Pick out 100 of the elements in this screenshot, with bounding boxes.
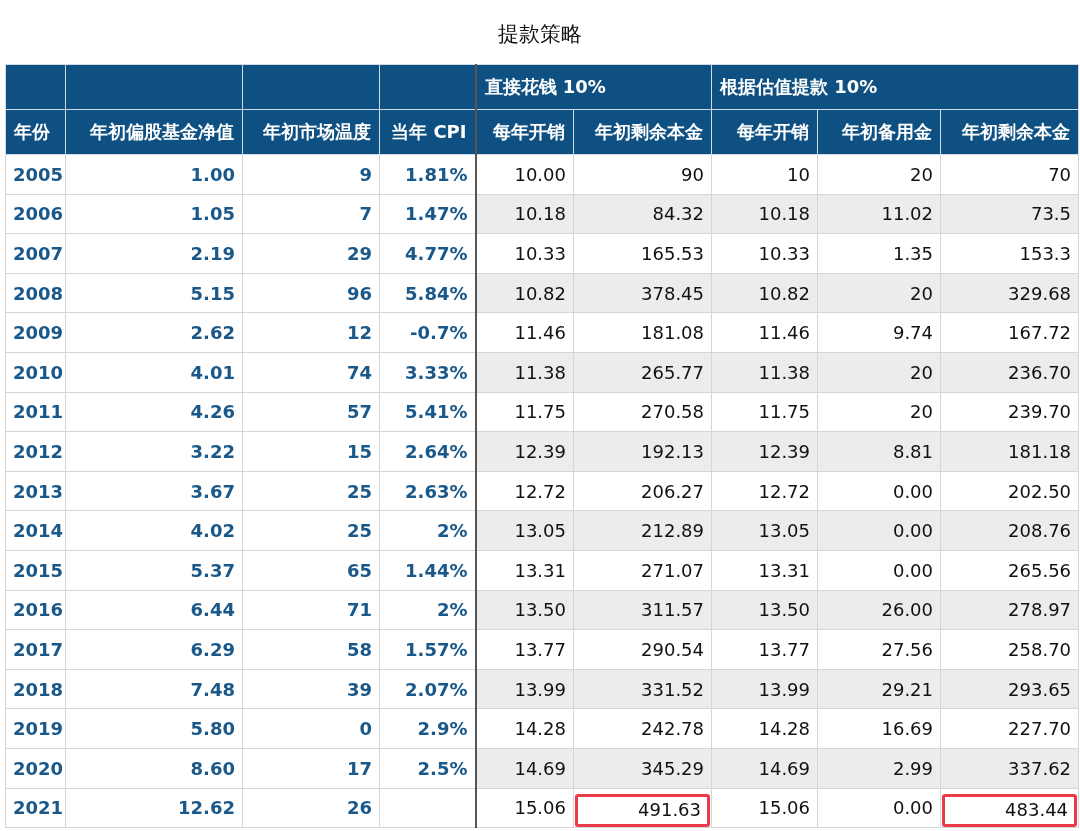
table-cell: 192.13	[573, 431, 712, 472]
table-cell: 4.02	[65, 510, 243, 551]
table-cell: 14.28	[711, 708, 818, 749]
table-cell: 1.44%	[379, 550, 476, 591]
table-cell: 10.18	[711, 194, 818, 234]
table-cell: 10.82	[711, 273, 818, 313]
table-cell: 96	[242, 273, 380, 313]
table-cell: 2015	[5, 550, 66, 591]
table-cell: 0.00	[817, 550, 941, 591]
table-cell: 8.81	[817, 431, 941, 472]
table-cell: 11.75	[475, 392, 574, 432]
group-header: 直接花钱 10%	[475, 64, 712, 110]
table-cell: 26.00	[817, 590, 941, 630]
table-cell: 2018	[5, 669, 66, 709]
table-cell: 337.62	[940, 748, 1079, 788]
table-cell: 278.97	[940, 590, 1079, 630]
table-cell: -0.7%	[379, 312, 476, 353]
table-cell: 11.38	[711, 352, 818, 393]
table-cell: 10.33	[711, 233, 818, 274]
table-cell: 10	[711, 154, 818, 195]
table-cell: 10.18	[475, 194, 574, 234]
table-cell: 202.50	[940, 471, 1079, 511]
table-cell: 15.06	[475, 788, 574, 828]
table-cell: 2012	[5, 431, 66, 472]
table-cell: 378.45	[573, 273, 712, 313]
table-cell: 7	[242, 194, 380, 234]
table-cell: 12.62	[65, 788, 243, 828]
table-cell: 2.9%	[379, 708, 476, 749]
table-cell: 2.62	[65, 312, 243, 353]
table-cell: 11.46	[711, 312, 818, 353]
table-cell: 70	[940, 154, 1079, 195]
highlighted-cell: 491.63	[575, 794, 710, 828]
table-cell: 1.47%	[379, 194, 476, 234]
table-cell: 27.56	[817, 629, 941, 670]
table-cell: 25	[242, 510, 380, 551]
table-cell: 16.69	[817, 708, 941, 749]
table-cell: 15	[242, 431, 380, 472]
table-cell: 11.46	[475, 312, 574, 353]
table-cell: 206.27	[573, 471, 712, 511]
table-cell: 9	[242, 154, 380, 195]
table-cell: 2014	[5, 510, 66, 551]
table-cell: 2.63%	[379, 471, 476, 511]
column-header: 年初剩余本金	[573, 109, 712, 155]
table-cell: 12.72	[711, 471, 818, 511]
table-cell: 331.52	[573, 669, 712, 709]
table-cell: 13.77	[475, 629, 574, 670]
table-cell: 290.54	[573, 629, 712, 670]
table-cell: 2.99	[817, 748, 941, 788]
table-cell: 2016	[5, 590, 66, 630]
table-cell: 2011	[5, 392, 66, 432]
table-cell: 25	[242, 471, 380, 511]
table-cell: 0.00	[817, 788, 941, 828]
table-title: 提款策略	[497, 21, 583, 48]
table-cell: 10.33	[475, 233, 574, 274]
table-cell: 5.37	[65, 550, 243, 591]
table-cell: 90	[573, 154, 712, 195]
table-cell: 13.99	[711, 669, 818, 709]
table-cell: 242.78	[573, 708, 712, 749]
table-cell: 10.82	[475, 273, 574, 313]
column-header: 每年开销	[711, 109, 818, 155]
table-cell: 2009	[5, 312, 66, 353]
table-cell: 2020	[5, 748, 66, 788]
table-cell: 153.3	[940, 233, 1079, 274]
table-cell: 3.33%	[379, 352, 476, 393]
table-cell: 271.07	[573, 550, 712, 591]
table-cell: 0.00	[817, 471, 941, 511]
table-cell: 2%	[379, 510, 476, 551]
table-cell: 1.81%	[379, 154, 476, 195]
table-cell: 265.77	[573, 352, 712, 393]
table-cell: 2010	[5, 352, 66, 393]
table-cell: 5.80	[65, 708, 243, 749]
table-cell: 2005	[5, 154, 66, 195]
highlighted-cell: 483.44	[942, 794, 1078, 828]
table-cell: 13.50	[711, 590, 818, 630]
table-cell: 29.21	[817, 669, 941, 709]
table-cell: 2019	[5, 708, 66, 749]
table-cell: 3.22	[65, 431, 243, 472]
table-cell: 11.02	[817, 194, 941, 234]
table-cell: 345.29	[573, 748, 712, 788]
table-cell: 165.53	[573, 233, 712, 274]
table-cell: 4.77%	[379, 233, 476, 274]
table-cell: 181.18	[940, 431, 1079, 472]
table-cell: 2007	[5, 233, 66, 274]
table-cell: 227.70	[940, 708, 1079, 749]
table-cell: 13.99	[475, 669, 574, 709]
table-cell: 2017	[5, 629, 66, 670]
table-cell: 0.00	[817, 510, 941, 551]
table-cell: 29	[242, 233, 380, 274]
table-cell: 1.35	[817, 233, 941, 274]
table-cell: 5.84%	[379, 273, 476, 313]
column-header: 年份	[5, 109, 66, 155]
table-cell: 1.05	[65, 194, 243, 234]
table-cell: 20	[817, 352, 941, 393]
column-header: 当年 CPI	[379, 109, 476, 155]
table-cell: 212.89	[573, 510, 712, 551]
table-cell: 26	[242, 788, 380, 828]
table-cell: 5.15	[65, 273, 243, 313]
table-cell: 15.06	[711, 788, 818, 828]
table-cell: 14.69	[711, 748, 818, 788]
table-cell: 57	[242, 392, 380, 432]
